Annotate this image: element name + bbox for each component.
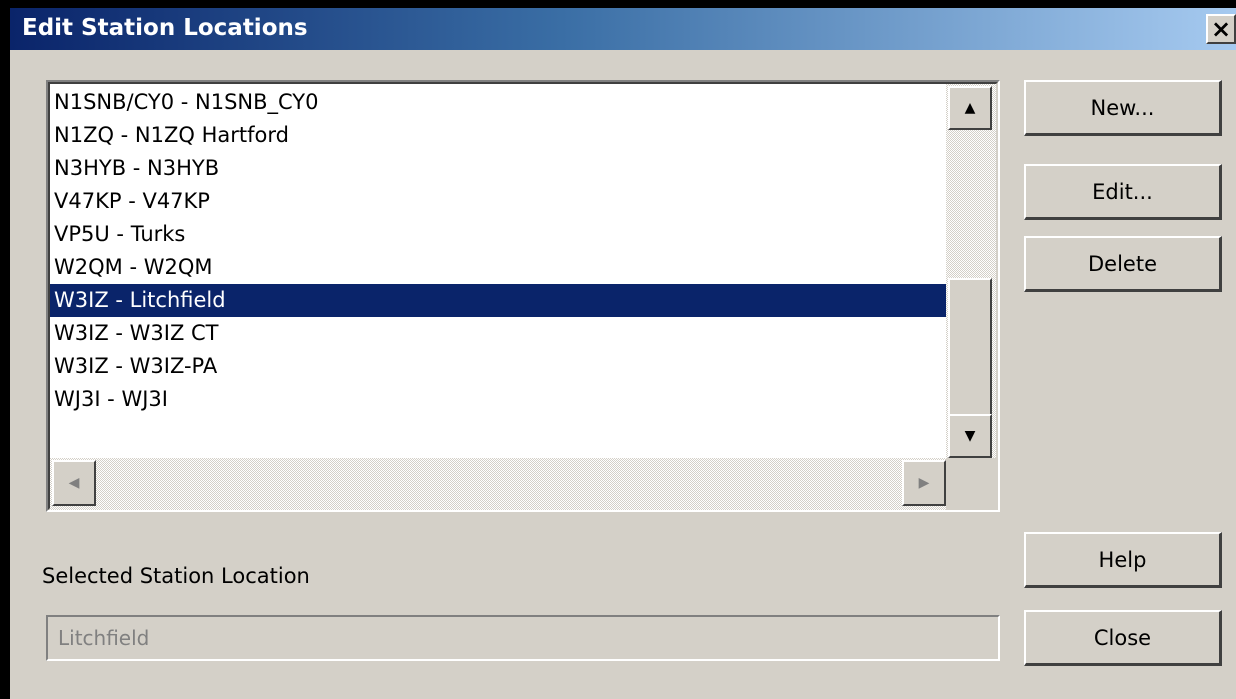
list-item[interactable]: W3IZ - W3IZ CT bbox=[50, 317, 946, 350]
list-item[interactable]: N3HYB - N3HYB bbox=[50, 152, 946, 185]
edit-station-locations-dialog: Edit Station Locations × N1SNB/CY0 - N1S… bbox=[10, 8, 1236, 699]
scroll-up-button[interactable]: ▲ bbox=[948, 86, 992, 130]
selected-station-label: Selected Station Location bbox=[42, 564, 310, 588]
list-item[interactable]: W2QM - W2QM bbox=[50, 251, 946, 284]
list-item[interactable]: V47KP - V47KP bbox=[50, 185, 946, 218]
new-button[interactable]: New... bbox=[1024, 80, 1222, 136]
station-list-box: N1SNB/CY0 - N1SNB_CY0 N1ZQ - N1ZQ Hartfo… bbox=[46, 80, 1000, 512]
list-item-selected[interactable]: W3IZ - Litchfield bbox=[50, 284, 946, 317]
scrollbar-corner bbox=[946, 458, 996, 510]
close-window-button[interactable]: × bbox=[1206, 14, 1236, 44]
triangle-down-icon: ▼ bbox=[964, 428, 976, 444]
list-item[interactable]: WJ3I - WJ3I bbox=[50, 383, 946, 416]
list-item[interactable]: VP5U - Turks bbox=[50, 218, 946, 251]
triangle-right-icon: ▶ bbox=[918, 475, 930, 491]
scroll-left-button[interactable]: ◀ bbox=[52, 460, 96, 506]
list-item[interactable]: N1SNB/CY0 - N1SNB_CY0 bbox=[50, 86, 946, 119]
edit-button[interactable]: Edit... bbox=[1024, 164, 1222, 220]
station-list: N1SNB/CY0 - N1SNB_CY0 N1ZQ - N1ZQ Hartfo… bbox=[50, 84, 946, 458]
list-item[interactable]: W3IZ - W3IZ-PA bbox=[50, 350, 946, 383]
delete-button[interactable]: Delete bbox=[1024, 236, 1222, 292]
selected-station-field[interactable]: Litchfield bbox=[46, 615, 1000, 661]
list-item[interactable]: N1ZQ - N1ZQ Hartford bbox=[50, 119, 946, 152]
help-button[interactable]: Help bbox=[1024, 532, 1222, 588]
close-button[interactable]: Close bbox=[1024, 610, 1222, 666]
triangle-up-icon: ▲ bbox=[964, 100, 976, 116]
scroll-right-button[interactable]: ▶ bbox=[902, 460, 946, 506]
horizontal-scrollbar[interactable] bbox=[50, 458, 946, 510]
window-title: Edit Station Locations bbox=[22, 15, 308, 41]
triangle-left-icon: ◀ bbox=[68, 475, 80, 491]
close-icon: × bbox=[1210, 15, 1232, 43]
vertical-scroll-thumb[interactable] bbox=[948, 278, 992, 418]
scroll-down-button[interactable]: ▼ bbox=[948, 414, 992, 458]
title-bar[interactable]: Edit Station Locations × bbox=[10, 8, 1236, 50]
